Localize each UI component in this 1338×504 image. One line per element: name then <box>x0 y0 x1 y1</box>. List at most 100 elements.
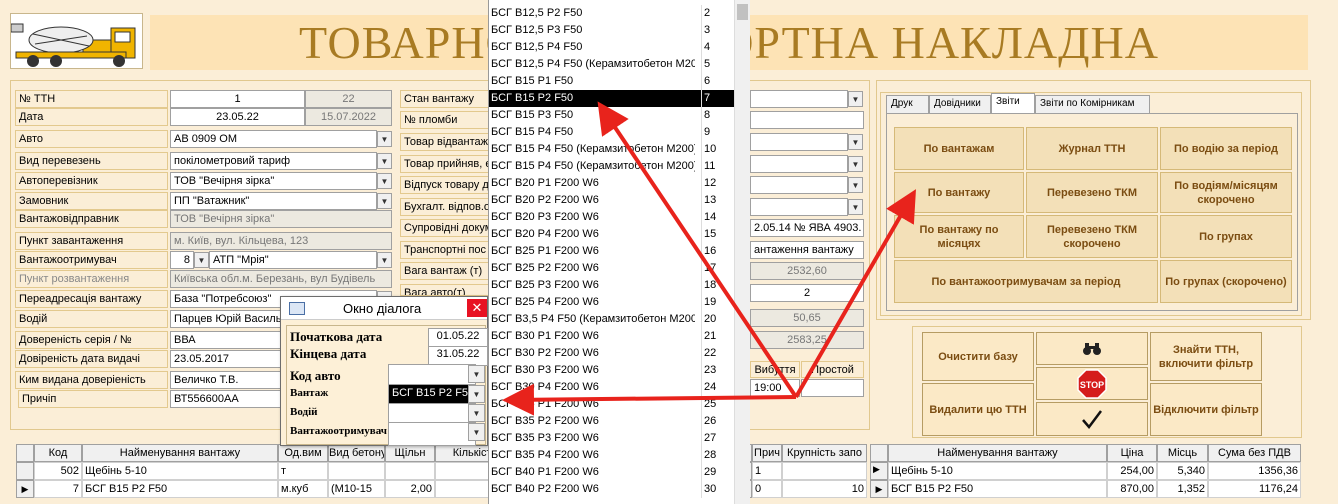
shipper-value-field[interactable]: ТОВ "Вечірня зірка" <box>170 210 392 228</box>
weight-field-1[interactable]: 50,65 <box>750 309 864 327</box>
chevron-down-icon[interactable]: ▼ <box>848 156 863 172</box>
cargo-weight-field[interactable]: 2532,60 <box>750 262 864 280</box>
binoculars-icon[interactable] <box>1036 332 1148 365</box>
dropdown-item[interactable]: БСГ В35 Р1 F200 W6 25 <box>489 396 735 413</box>
close-icon[interactable]: ✕ <box>467 299 487 317</box>
dropdown-item[interactable]: БСГ В20 Р4 F200 W6 15 <box>489 226 735 243</box>
dropdown-item[interactable]: БСГ В30 Р2 F200 W6 22 <box>489 345 735 362</box>
column-header[interactable]: Ціна <box>1107 444 1157 462</box>
find-ttn-button[interactable]: Знайти ТТН, включити фільтр <box>1150 332 1262 381</box>
arrival-field[interactable]: 19:00 <box>750 379 800 397</box>
dropdown-item[interactable]: БСГ В20 Р2 F200 W6 13 <box>489 192 735 209</box>
chevron-down-icon[interactable]: ▼ <box>377 252 392 268</box>
dropdown-item[interactable]: БСГ В3,5 Р4 F50 (Керамзитобетон М200) 20 <box>489 311 735 328</box>
row-selector[interactable]: ▶ <box>870 480 888 498</box>
report-ttn-journal-button[interactable]: Журнал ТТН <box>1026 127 1158 170</box>
chevron-down-icon[interactable]: ▼ <box>848 134 863 150</box>
date-extra-field[interactable]: 15.07.2022 <box>305 108 392 126</box>
table-cell[interactable]: 2,00 <box>385 480 435 498</box>
start-date-field[interactable]: 01.05.22 <box>428 328 488 348</box>
dropdown-item[interactable]: БСГ В40 Р1 F200 W6 29 <box>489 464 735 481</box>
report-driver-period-button[interactable]: По водію за період <box>1160 127 1292 170</box>
dropdown-item[interactable]: БСГ В30 Р1 F200 W6 21 <box>489 328 735 345</box>
report-by-cargos-button[interactable]: По вантажам <box>894 127 1024 170</box>
tab-reports-storekeepers[interactable]: Звіти по Комірникам <box>1035 95 1150 113</box>
column-header[interactable]: Код <box>34 444 82 462</box>
report-cargo-months-button[interactable]: По вантажу по місяцях <box>894 215 1024 258</box>
dropdown-item[interactable]: БСГ В12,5 Р4 F50 4 <box>489 39 735 56</box>
seal-field[interactable] <box>750 111 864 129</box>
consignee-name-field[interactable]: АТП "Мрія" <box>209 251 377 269</box>
table-cell[interactable]: 5,340 <box>1157 462 1208 480</box>
table-cell[interactable]: 1 <box>752 462 782 480</box>
table-cell[interactable]: 502 <box>34 462 82 480</box>
table-cell[interactable]: БСГ B15 P2 F50 <box>82 480 278 498</box>
report-groups-short-button[interactable]: По групах (скорочено) <box>1160 260 1292 303</box>
dropdown-item[interactable]: БСГ В25 Р1 F200 W6 16 <box>489 243 735 260</box>
column-header[interactable]: Прич <box>752 444 782 462</box>
table-cell[interactable]: БСГ B15 P2 F50 <box>888 480 1107 498</box>
idle-field[interactable] <box>801 379 864 397</box>
dropdown-item[interactable]: БСГ В12,5 Р4 F50 (Керамзитобетон М200) 5 <box>489 56 735 73</box>
dropdown-item[interactable]: БСГ В20 Р1 F200 W6 12 <box>489 175 735 192</box>
ttn-extra-field[interactable]: 22 <box>305 90 392 108</box>
table-cell[interactable]: 0 <box>752 480 782 498</box>
chevron-down-icon[interactable]: ▼ <box>468 423 485 441</box>
dropdown-item[interactable]: БСГ В35 Р2 F200 W6 26 <box>489 413 735 430</box>
table-cell[interactable]: 10 <box>782 480 867 498</box>
tab-directories[interactable]: Довідники <box>929 95 991 113</box>
dropdown-item[interactable]: БСГ В15 Р1 F50 6 <box>489 73 735 90</box>
table-cell[interactable]: 1356,36 <box>1208 462 1301 480</box>
dropdown-item[interactable]: БСГ В25 Р4 F200 W6 19 <box>489 294 735 311</box>
chevron-down-icon[interactable]: ▼ <box>377 153 392 169</box>
scrollbar-thumb[interactable] <box>737 4 748 20</box>
table-cell[interactable]: Щебінь 5-10 <box>82 462 278 480</box>
column-header[interactable]: Сума без ПДВ <box>1208 444 1301 462</box>
dropdown-item[interactable]: БСГ В25 Р3 F200 W6 18 <box>489 277 735 294</box>
disable-filter-button[interactable]: Відключити фільтр <box>1150 383 1262 436</box>
dropdown-item[interactable]: БСГ В15 Р4 F50 9 <box>489 124 735 141</box>
table-cell[interactable]: Щебінь 5-10 <box>888 462 1107 480</box>
table-cell[interactable]: 254,00 <box>1107 462 1157 480</box>
column-header[interactable]: Од.вим <box>278 444 328 462</box>
table-cell[interactable]: т <box>278 462 328 480</box>
clear-db-button[interactable]: Очистити базу <box>922 332 1034 381</box>
dropdown-item[interactable]: БСГ В40 Р2 F200 W6 30 <box>489 481 735 498</box>
dropdown-item[interactable]: БСГ В30 Р3 F200 W6 23 <box>489 362 735 379</box>
chevron-down-icon[interactable]: ▼ <box>377 131 392 147</box>
table-cell[interactable]: 870,00 <box>1107 480 1157 498</box>
transport-field[interactable]: антаження вантажу <box>750 241 864 259</box>
row-selector[interactable] <box>16 462 34 480</box>
tab-reports[interactable]: Звіти <box>991 93 1035 113</box>
chevron-down-icon[interactable]: ▼ <box>468 404 485 422</box>
chevron-down-icon[interactable]: ▼ <box>848 199 863 215</box>
column-header[interactable]: Місць <box>1157 444 1208 462</box>
dropdown-item[interactable]: БСГ В15 Р3 F50 8 <box>489 107 735 124</box>
column-header[interactable]: Найменування вантажу <box>888 444 1107 462</box>
weight-field-2[interactable]: 2583,25 <box>750 331 864 349</box>
table-cell[interactable]: 7 <box>34 480 82 498</box>
goods-sent-field[interactable] <box>750 133 848 151</box>
dropdown-item[interactable]: БСГ В12,5 Р2 F50 2 <box>489 5 735 22</box>
consignee-code-field[interactable]: 8 <box>170 251 194 269</box>
report-groups-button[interactable]: По групах <box>1160 215 1292 258</box>
row-selector[interactable]: ▶ <box>16 480 34 498</box>
dropdown-item[interactable]: БСГ В15 Р4 F50 (Керамзитобетон М200) 11 <box>489 158 735 175</box>
end-date-field[interactable]: 31.05.22 <box>428 346 488 366</box>
chevron-down-icon[interactable]: ▼ <box>377 193 392 209</box>
report-tkm-short-button[interactable]: Перевезено ТКМ скорочено <box>1026 215 1158 258</box>
carrier-value-field[interactable]: ТОВ "Вечірня зірка" <box>170 172 377 190</box>
release-field[interactable] <box>750 176 848 194</box>
customer-value-field[interactable]: ПП "Ватажник" <box>170 192 377 210</box>
cargo-state-field[interactable] <box>750 90 848 108</box>
stop-icon[interactable]: STOP <box>1036 367 1148 400</box>
dropdown-item[interactable]: БСГ В35 Р3 F200 W6 27 <box>489 430 735 447</box>
column-header[interactable]: Вид бетону <box>328 444 385 462</box>
dropdown-item[interactable]: БСГ В15 Р2 F50 7 <box>489 90 735 107</box>
auto-weight-field[interactable]: 2 <box>750 284 864 302</box>
table-cell[interactable]: 1,352 <box>1157 480 1208 498</box>
accountant-field[interactable] <box>750 198 848 216</box>
table-cell[interactable] <box>782 462 867 480</box>
table-cell[interactable] <box>328 462 385 480</box>
chevron-down-icon[interactable]: ▼ <box>848 177 863 193</box>
